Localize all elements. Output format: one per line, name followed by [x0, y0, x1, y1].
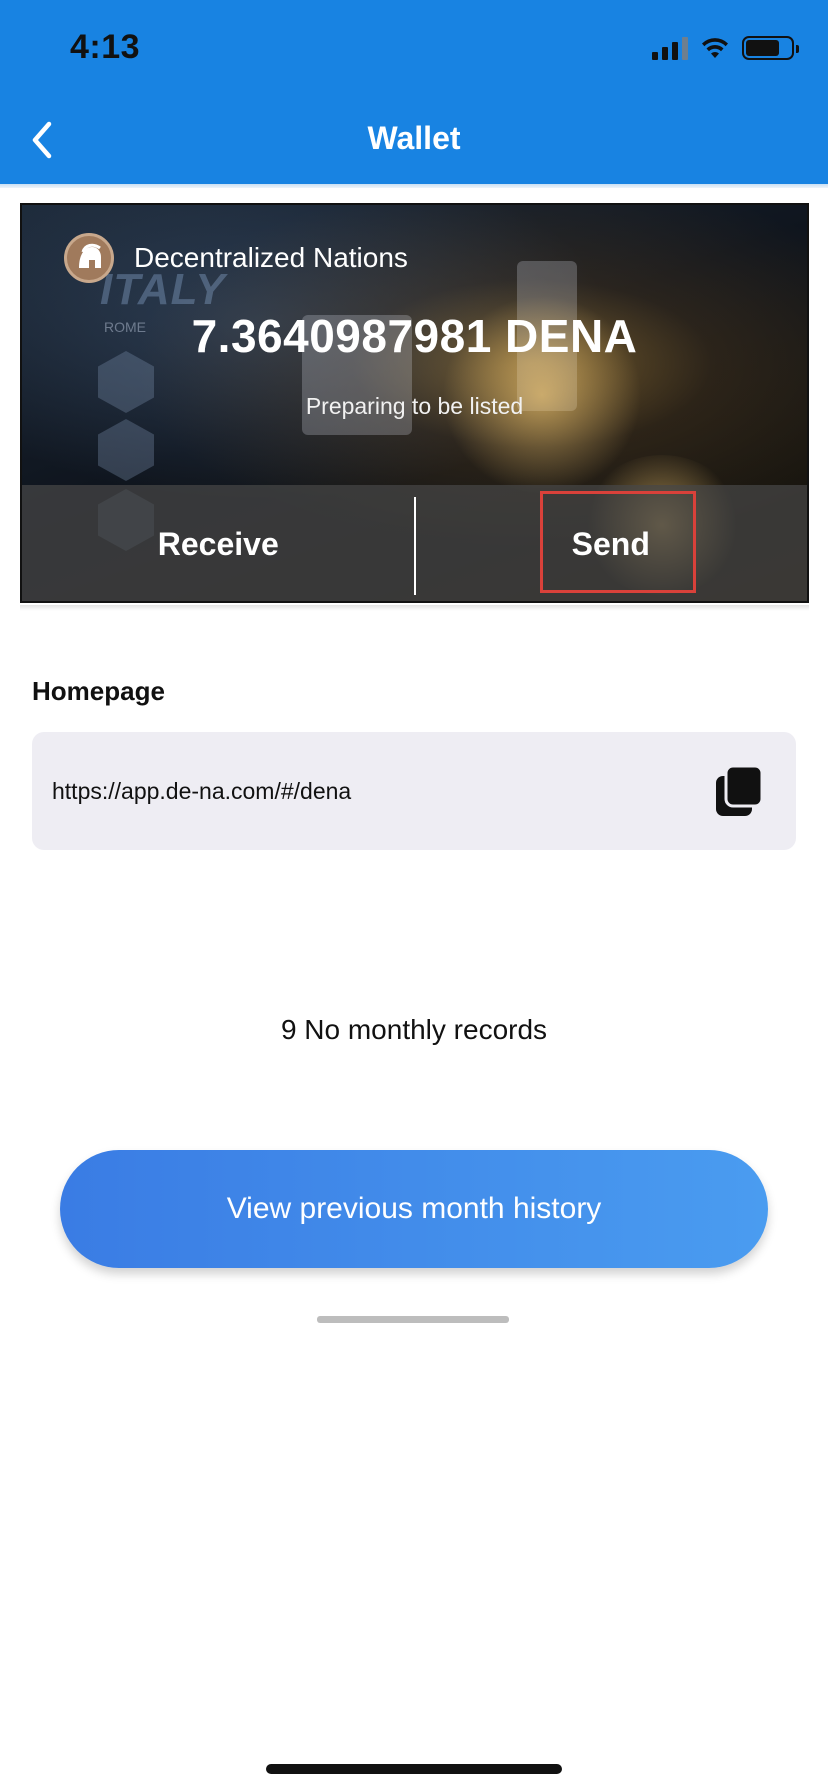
receive-button[interactable]: Receive — [22, 485, 415, 601]
battery-icon — [742, 36, 799, 60]
card-actions: Receive Send — [22, 485, 807, 601]
homepage-url-box: https://app.de-na.com/#/dena — [32, 732, 796, 850]
send-highlight-box — [540, 491, 696, 593]
listing-status: Preparing to be listed — [305, 393, 524, 419]
home-indicator[interactable] — [266, 1764, 562, 1774]
view-history-button[interactable]: View previous month history — [60, 1150, 768, 1268]
wifi-icon — [702, 38, 728, 58]
signal-icon — [652, 36, 688, 60]
app-header: 4:13 Wallet — [0, 0, 828, 186]
page-title: Wallet — [367, 120, 461, 156]
coin-name: Decentralized Nations — [134, 242, 408, 273]
actions-divider — [414, 497, 416, 595]
status-time: 4:13 — [70, 28, 141, 66]
homepage-label: Homepage — [32, 676, 165, 706]
copy-button[interactable] — [714, 764, 764, 818]
spartan-helmet-icon — [64, 233, 114, 283]
status-icons — [652, 36, 799, 60]
wallet-card: ITALY ROME Decentralized Nations 7.36409… — [20, 203, 809, 603]
background-hex — [98, 419, 154, 481]
card-shadow — [20, 605, 809, 611]
coin-header: Decentralized Nations — [64, 233, 408, 283]
copy-icon — [716, 764, 764, 816]
empty-records-text: 9 No monthly records — [280, 1014, 548, 1045]
scroll-indicator — [317, 1316, 509, 1323]
homepage-url: https://app.de-na.com/#/dena — [52, 778, 352, 804]
header-divider — [0, 184, 828, 188]
balance-amount: 7.3640987981 DENA — [191, 310, 638, 362]
